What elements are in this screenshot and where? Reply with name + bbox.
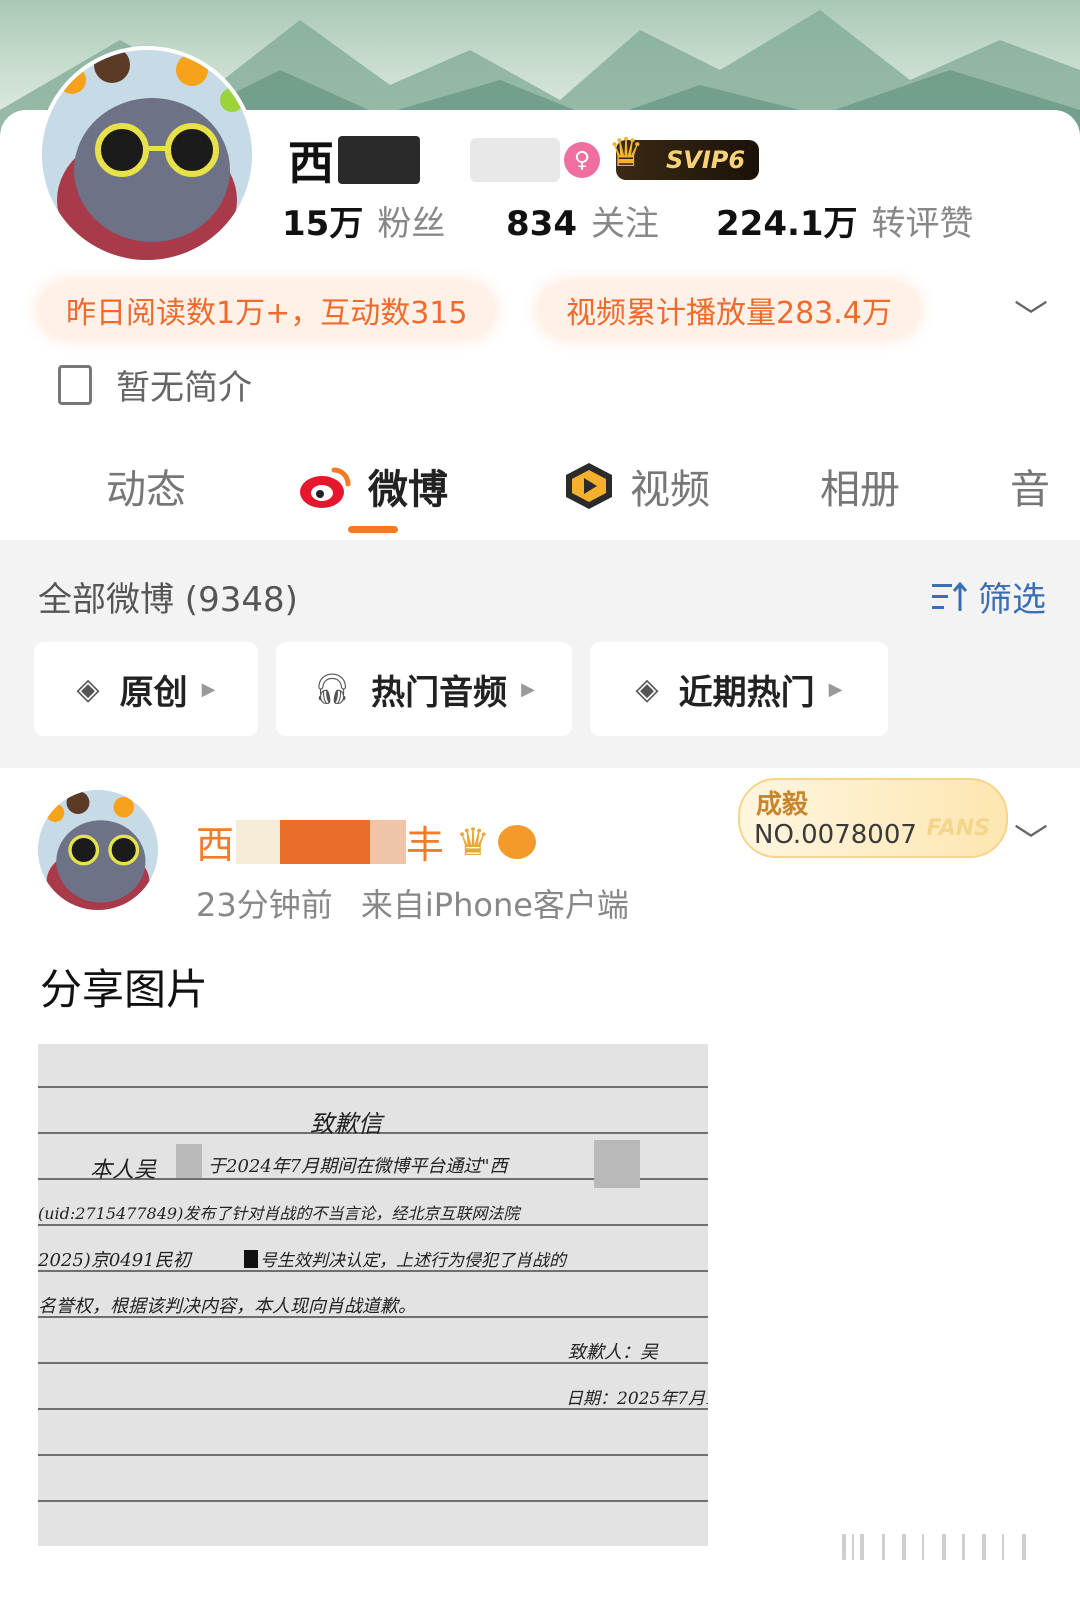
chip-label: 原创 [119,672,188,713]
fans-watermark: FANS [926,816,990,841]
active-tab-indicator [348,526,398,533]
post-time: 23分钟前 [196,886,333,924]
tab-label: 视频 [630,467,710,513]
all-weibo-count: 全部微博 (9348) [38,580,298,620]
post-text: 分享图片 [40,965,209,1014]
stat-value: 834 [506,204,577,244]
document-icon [58,364,92,405]
fish-badge-icon [498,824,537,859]
triangle-right-icon: ▶ [201,678,216,700]
redaction-mosaic [244,1250,258,1268]
stat-value: 15万 [282,204,364,244]
video-icon [566,463,612,509]
letter-signature: 致歉人：吴 [568,1342,658,1363]
letter-line: 号生效判决认定，上述行为侵犯了肖战的 [260,1251,566,1271]
tab-label: 相册 [820,467,900,513]
author-name-start: 西 [196,823,235,867]
stat-label: 粉丝 [377,204,446,244]
letter-title: 致歉信 [310,1110,382,1138]
layers-icon: ◈ [76,671,100,707]
tab-label: 音 [1010,467,1050,513]
triangle-right-icon: ▶ [828,678,843,700]
stat-followers[interactable]: 15万 粉丝 [282,196,445,245]
letter-line: 本人吴 [90,1158,157,1183]
chevron-down-icon[interactable]: ﹀ [1014,814,1048,863]
profile-name-row: 西 ♀ ♛ SVIP6 [288,130,760,190]
profile-name: 西 [288,136,334,190]
stat-following[interactable]: 834 关注 [506,196,659,245]
tab-album[interactable]: 相册 [820,456,900,516]
highlight-pill-video[interactable]: 视频累计播放量283.4万 [538,282,920,338]
stat-label: 关注 [590,204,659,244]
fans-card-number: NO.0078007 [754,820,917,850]
layers-icon: ◈ [635,671,659,707]
fans-card[interactable]: 成毅 NO.0078007 FANS [738,778,1008,858]
highlight-text: 视频累计播放量283.4万 [566,296,892,331]
sort-icon [932,581,968,611]
letter-date: 日期：2025年7月10日 [566,1389,708,1409]
redaction-mosaic [594,1140,640,1188]
chip-original[interactable]: ◈ 原创 ▶ [34,642,258,736]
svip-badge[interactable]: ♛ SVIP6 [608,130,760,180]
filter-label: 筛选 [978,580,1046,620]
highlight-pill-reads[interactable]: 昨日阅读数1万+，互动数315 [38,282,496,338]
tab-music[interactable]: 音 [1010,456,1050,516]
highlight-text: 昨日阅读数1万+，互动数315 [66,296,468,331]
svip-label: SVIP6 [666,146,746,174]
weibo-logo-icon [300,467,351,508]
stat-label: 转评赞 [871,204,974,244]
crown-icon: ♛ [608,130,644,176]
author-name-end: 丰 [406,823,445,867]
name-redaction [470,138,560,182]
tab-weibo[interactable]: 微博 [298,456,448,516]
tab-dynamic[interactable]: 动态 [106,456,186,516]
headphones-icon: 🎧︎ [313,671,352,707]
cat-avatar-icon [42,50,252,260]
letter-line: 名誉权，根据该判决内容，本人现向肖战道歉。 [38,1296,416,1317]
name-redaction [338,136,420,184]
tab-video[interactable]: 视频 [562,456,710,516]
fans-card-title: 成毅 [756,790,809,820]
profile-avatar[interactable] [38,46,256,264]
triangle-right-icon: ▶ [521,678,535,700]
chip-label: 近期热门 [678,672,815,713]
intro-text: 暂无简介 [116,368,252,408]
female-icon: ♀ [564,142,600,178]
profile-intro: 暂无简介 [58,360,252,409]
cat-avatar-icon [38,790,158,910]
chip-hot-audio[interactable]: 🎧︎ 热门音频 ▶ [276,642,572,736]
post-source: 来自iPhone客户端 [360,886,629,924]
chevron-down-icon[interactable]: ﹀ [1014,290,1048,339]
letter-line: (uid:2715477849)发布了针对肖战的不当言论，经北京互联网法院 [38,1204,520,1223]
stat-value: 224.1万 [716,204,858,244]
scrollbar-indicator [842,1534,1026,1560]
name-redaction [236,819,281,864]
post-author-name[interactable]: 西 丰 ♛ [196,814,537,869]
chip-recent-hot[interactable]: ◈ 近期热门 ▶ [590,642,888,736]
redaction-mosaic [176,1144,202,1178]
tab-label: 动态 [106,467,186,513]
filter-button[interactable]: 筛选 [930,572,1046,621]
tab-label: 微博 [368,467,448,513]
post-author-avatar[interactable] [38,790,158,910]
name-redaction [280,819,371,864]
letter-line: 2025)京0491民初 [38,1250,191,1271]
post-image[interactable]: 致歉信 本人吴 于2024年7月期间在微博平台通过"西 (uid:2715477… [38,1044,708,1546]
name-redaction [370,819,407,864]
stat-likes[interactable]: 224.1万 转评赞 [716,196,974,245]
post-meta: 23分钟前 来自iPhone客户端 [196,880,629,926]
crown-badge-icon: ♛ [456,819,491,864]
profile-tabs: 动态 微博 视频 相册 音 [0,456,1080,526]
letter-line: 于2024年7月期间在微博平台通过"西 [208,1156,508,1177]
chip-label: 热门音频 [371,672,508,713]
